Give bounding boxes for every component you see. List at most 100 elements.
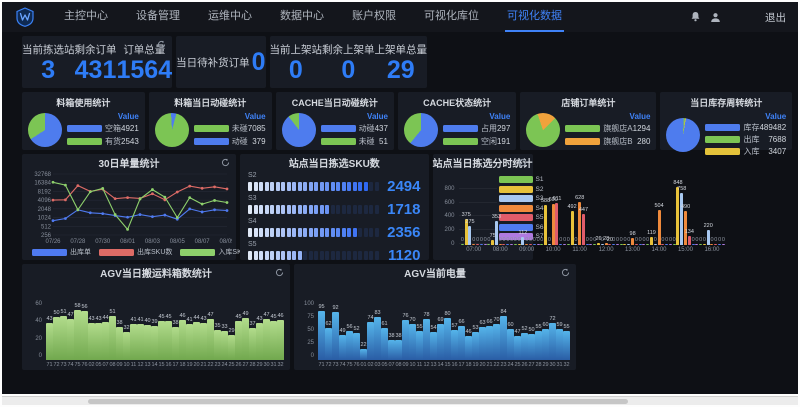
refresh-icon[interactable] xyxy=(275,268,284,277)
bell-icon[interactable] xyxy=(690,11,701,23)
legend-dash-icon xyxy=(32,249,67,256)
sku-bar xyxy=(248,205,379,214)
panel-pie-2: 料箱当日动碰统计Value未碰7085动碰379 xyxy=(149,92,272,150)
nav-item-5[interactable]: 账户权限 xyxy=(350,2,398,32)
horizontal-scrollbar[interactable] xyxy=(2,396,798,405)
bar-columns: 9571627292734974567552762201740283036105… xyxy=(318,280,570,368)
bar-segment xyxy=(281,251,285,260)
bar-column: 4111 xyxy=(130,317,137,368)
y-axis-label: 0 xyxy=(435,241,455,247)
stat-value: 3 xyxy=(22,58,75,83)
bar-column: 7022 xyxy=(493,317,500,368)
bar xyxy=(620,244,623,245)
legend-value: 437 xyxy=(375,124,388,133)
x-axis-label: 16 xyxy=(165,362,171,368)
bar xyxy=(540,244,543,245)
bar-value-label: 0 xyxy=(567,237,570,243)
scrollbar-thumb[interactable] xyxy=(88,399,628,404)
bar-segment xyxy=(254,182,258,191)
bar-column: 6621 xyxy=(486,319,493,368)
bar-value-label: 628 xyxy=(575,195,584,201)
bar-segment xyxy=(369,205,373,214)
bar-column: 3728 xyxy=(249,321,256,368)
bar-value-label: 0 xyxy=(612,237,615,243)
bar-group: 058806006110010:00 xyxy=(540,183,566,254)
bar xyxy=(646,244,649,245)
bar-value-label: 0 xyxy=(503,237,506,243)
stat-remaining-putaway-orders: 剩余上架单 0 xyxy=(322,42,375,83)
refresh-icon[interactable] xyxy=(561,268,570,277)
x-axis-label: 10 xyxy=(409,362,415,368)
bar-segment xyxy=(342,228,346,237)
bar-value-label: 0 xyxy=(673,237,676,243)
user-icon[interactable] xyxy=(710,12,721,23)
bar-value-label: 38 xyxy=(116,320,122,326)
y-axis-label: 400 xyxy=(435,213,455,219)
bar-segment xyxy=(276,182,280,191)
bar-value-label: 0 xyxy=(559,237,562,243)
bars: 0588060061100 xyxy=(540,183,566,245)
bar xyxy=(151,326,158,360)
sku-bar-line: 2356 xyxy=(248,226,421,239)
nav-item-3[interactable]: 运维中心 xyxy=(206,2,254,32)
panel-agv-battery-chart: AGV当前电量 02550751009571627292734974567552… xyxy=(294,264,576,370)
bar-value-label: 80 xyxy=(444,311,450,317)
x-axis-label: 08:00 xyxy=(493,247,508,254)
bars: 0260282000 xyxy=(593,183,619,245)
bar-column: 8303 xyxy=(374,310,381,368)
svg-text:16384: 16384 xyxy=(34,181,51,187)
nav-item-7[interactable]: 可视化数据 xyxy=(505,2,564,32)
bar-value-label: 58 xyxy=(74,303,80,309)
bar xyxy=(193,322,200,360)
bar-value-label: 119 xyxy=(647,230,656,236)
bar-segment xyxy=(309,228,313,237)
legend-label: 空闲 xyxy=(481,136,497,147)
bar-column: 7812 xyxy=(423,312,430,368)
bar-value-label: 29 xyxy=(228,328,234,334)
bar-segment xyxy=(358,182,362,191)
chart-title: 30日单量统计 xyxy=(22,154,236,170)
bar-value-label: 47 xyxy=(263,312,269,318)
x-axis-label: 73 xyxy=(332,362,338,368)
stat-total-putaway-orders: 上架单总量 29 xyxy=(375,42,428,83)
bar-segment xyxy=(270,205,274,214)
pie-chart xyxy=(155,113,189,147)
bar-value-label: 66 xyxy=(458,319,464,325)
bar-value-label: 66 xyxy=(486,319,492,325)
nav-item-4[interactable]: 数据中心 xyxy=(278,2,326,32)
x-axis-label: 25 xyxy=(514,362,520,368)
bar-segment xyxy=(342,205,346,214)
bar-segment xyxy=(353,228,357,237)
pie-body: Value库存489482出库7688入库3407 xyxy=(666,112,786,157)
nav-item-6[interactable]: 可视化库位 xyxy=(422,2,481,32)
legend-label: 占用 xyxy=(481,123,497,134)
panel-pie-6: 当日库存周转统计Value库存489482出库7688入库3407 xyxy=(660,92,792,150)
bar xyxy=(582,214,585,245)
bar xyxy=(654,244,657,245)
app-logo-icon[interactable] xyxy=(14,6,36,28)
refresh-icon[interactable] xyxy=(157,40,166,49)
logout-button[interactable]: 退出 xyxy=(765,10,786,25)
bar-segment xyxy=(342,251,346,260)
bar-value-label: 848 xyxy=(673,180,682,186)
bar-column: 2925 xyxy=(228,328,235,368)
refresh-icon[interactable] xyxy=(518,158,527,167)
y-axis-label: 600 xyxy=(435,200,455,206)
bar xyxy=(491,240,494,245)
x-axis-label: 07 xyxy=(102,362,108,368)
bar-column: 4632 xyxy=(277,313,284,368)
nav-item-1[interactable]: 主控中心 xyxy=(62,2,110,32)
svg-text:07/30: 07/30 xyxy=(95,239,111,245)
bar xyxy=(458,326,465,360)
bar-value-label: 76 xyxy=(402,313,408,319)
bar-value-label: 0 xyxy=(620,237,623,243)
svg-text:512: 512 xyxy=(41,224,52,230)
nav-item-2[interactable]: 设备管理 xyxy=(134,2,182,32)
bar-column: 5716 xyxy=(451,323,458,368)
bar-value-label: 0 xyxy=(627,237,630,243)
bar xyxy=(556,329,563,360)
refresh-icon[interactable] xyxy=(221,158,230,167)
bar-column: 5027 xyxy=(528,327,535,368)
legend-item: 未碰51 xyxy=(321,136,388,147)
bar xyxy=(635,244,638,245)
